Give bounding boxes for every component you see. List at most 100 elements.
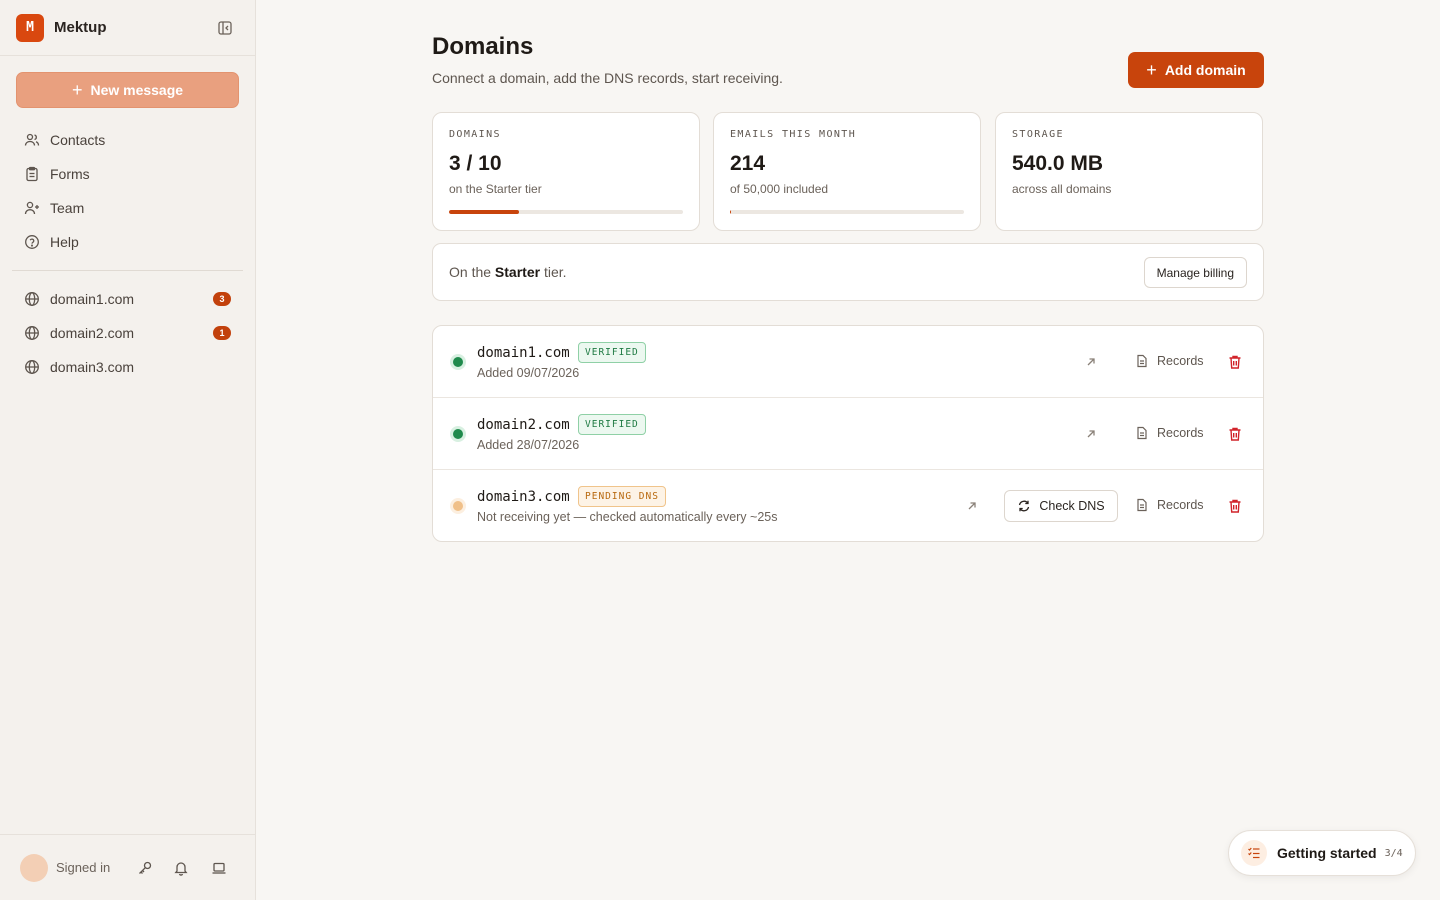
sidebar: M Mektup + New message Contacts Forms Te… bbox=[0, 0, 256, 900]
stat-card-storage: STORAGE 540.0 MB across all domains bbox=[995, 112, 1263, 231]
new-message-label: New message bbox=[90, 82, 184, 98]
globe-icon bbox=[25, 326, 39, 340]
check-dns-label: Check DNS bbox=[1039, 499, 1105, 513]
tier-prefix: On the bbox=[449, 264, 495, 280]
sidebar-header: M Mektup bbox=[0, 0, 255, 56]
sidebar-item-label: Contacts bbox=[50, 132, 106, 148]
refresh-icon bbox=[1019, 500, 1030, 512]
records-button[interactable]: Records bbox=[1135, 354, 1204, 368]
document-icon bbox=[1137, 354, 1147, 368]
page-title: Domains bbox=[432, 33, 534, 60]
unread-badge: 1 bbox=[213, 326, 231, 340]
add-domain-label: Add domain bbox=[1164, 62, 1246, 78]
domain-row: domain3.com PENDING DNS Not receiving ye… bbox=[433, 470, 1263, 541]
status-dot bbox=[453, 429, 463, 439]
add-domain-button[interactable]: + Add domain bbox=[1128, 52, 1264, 88]
sidebar-item-contacts[interactable]: Contacts bbox=[12, 123, 243, 157]
stat-label: STORAGE bbox=[1012, 129, 1064, 140]
plus-icon: + bbox=[71, 79, 83, 100]
stat-value: 214 bbox=[730, 152, 766, 175]
progress-fill bbox=[449, 210, 520, 214]
sidebar-footer: Signed in bbox=[0, 834, 256, 900]
globe-icon bbox=[25, 360, 39, 374]
sidebar-nav: Contacts Forms Team Help bbox=[12, 123, 243, 259]
status-dot bbox=[453, 357, 463, 367]
progress-bar bbox=[730, 210, 964, 214]
sidebar-item-label: Forms bbox=[50, 166, 90, 182]
sidebar-item-label: Help bbox=[50, 234, 79, 250]
stat-label: DOMAINS bbox=[449, 129, 501, 140]
new-message-button[interactable]: + New message bbox=[16, 72, 239, 108]
domain-name: domain1.com bbox=[477, 345, 570, 361]
document-icon bbox=[1137, 426, 1147, 440]
domain-name: domain2.com bbox=[477, 417, 570, 433]
records-label: Records bbox=[1157, 426, 1204, 440]
key-icon[interactable] bbox=[137, 860, 153, 876]
avatar[interactable] bbox=[20, 853, 48, 882]
getting-started-label: Getting started bbox=[1277, 845, 1377, 861]
sidebar-item-domain3[interactable]: domain3.com bbox=[12, 350, 243, 384]
stat-card-emails: EMAILS THIS MONTH 214 of 50,000 included bbox=[713, 112, 981, 231]
trash-icon[interactable] bbox=[1227, 426, 1243, 442]
sidebar-item-label: domain3.com bbox=[50, 359, 135, 375]
records-label: Records bbox=[1157, 354, 1204, 368]
records-button[interactable]: Records bbox=[1135, 498, 1204, 512]
stat-sub: across all domains bbox=[1012, 182, 1112, 196]
laptop-icon[interactable] bbox=[211, 860, 227, 876]
records-button[interactable]: Records bbox=[1135, 426, 1204, 440]
sidebar-item-label: Team bbox=[50, 200, 85, 216]
getting-started-count: 3/4 bbox=[1384, 847, 1403, 859]
progress-fill bbox=[730, 210, 732, 214]
bell-icon[interactable] bbox=[173, 860, 189, 876]
unread-badge: 3 bbox=[213, 292, 231, 306]
getting-started-button[interactable]: Getting started 3/4 bbox=[1228, 830, 1416, 876]
sidebar-item-team[interactable]: Team bbox=[12, 191, 243, 225]
checklist-icon bbox=[1241, 840, 1267, 866]
sidebar-collapse-icon[interactable] bbox=[217, 20, 233, 36]
domain-added-date: Added 28/07/2026 bbox=[477, 438, 580, 452]
progress-bar bbox=[449, 210, 683, 214]
sidebar-item-help[interactable]: Help bbox=[12, 225, 243, 259]
app-name: Mektup bbox=[54, 19, 107, 36]
status-badge: PENDING DNS bbox=[578, 486, 666, 507]
external-link-icon[interactable] bbox=[1084, 427, 1098, 441]
trash-icon[interactable] bbox=[1227, 354, 1243, 370]
users-icon bbox=[24, 133, 40, 146]
trash-icon[interactable] bbox=[1227, 498, 1243, 514]
external-link-icon[interactable] bbox=[965, 499, 979, 513]
status-badge: VERIFIED bbox=[578, 342, 646, 363]
sidebar-item-forms[interactable]: Forms bbox=[12, 157, 243, 191]
check-dns-button[interactable]: Check DNS bbox=[1004, 490, 1118, 522]
tier-name: Starter bbox=[494, 264, 541, 280]
records-label: Records bbox=[1157, 498, 1204, 512]
sidebar-divider bbox=[12, 270, 243, 271]
page-subtitle: Connect a domain, add the DNS records, s… bbox=[432, 70, 783, 86]
sidebar-item-label: domain2.com bbox=[50, 325, 135, 341]
domain-list: domain1.com VERIFIED Added 09/07/2026 Re… bbox=[432, 325, 1264, 542]
stat-value: 540.0 MB bbox=[1012, 152, 1104, 175]
stat-sub: of 50,000 included bbox=[730, 182, 829, 196]
domain-row: domain1.com VERIFIED Added 09/07/2026 Re… bbox=[433, 326, 1263, 398]
stat-label: EMAILS THIS MONTH bbox=[730, 129, 857, 140]
document-icon bbox=[1137, 498, 1147, 512]
stat-sub: on the Starter tier bbox=[449, 182, 542, 196]
sidebar-domains: domain1.com 3 domain2.com 1 domain3.com bbox=[12, 282, 243, 384]
clipboard-icon bbox=[26, 166, 38, 182]
domain-name: domain3.com bbox=[477, 489, 570, 505]
external-link-icon[interactable] bbox=[1084, 355, 1098, 369]
status-dot bbox=[453, 501, 463, 511]
domain-status-note: Not receiving yet — checked automaticall… bbox=[477, 510, 778, 524]
sidebar-item-domain2[interactable]: domain2.com 1 bbox=[12, 316, 243, 350]
tier-suffix: tier. bbox=[540, 264, 567, 280]
sidebar-item-label: domain1.com bbox=[50, 291, 135, 307]
stat-card-domains: DOMAINS 3 / 10 on the Starter tier bbox=[432, 112, 700, 231]
status-badge: VERIFIED bbox=[578, 414, 646, 435]
signed-in-label: Signed in bbox=[56, 860, 111, 875]
manage-billing-button[interactable]: Manage billing bbox=[1143, 257, 1247, 288]
sidebar-item-domain1[interactable]: domain1.com 3 bbox=[12, 282, 243, 316]
domain-added-date: Added 09/07/2026 bbox=[477, 366, 580, 380]
tier-banner: On the Starter tier. Manage billing bbox=[432, 243, 1264, 301]
user-plus-icon bbox=[24, 201, 39, 215]
help-circle-icon bbox=[25, 235, 39, 249]
app-logo[interactable]: M bbox=[16, 13, 44, 42]
